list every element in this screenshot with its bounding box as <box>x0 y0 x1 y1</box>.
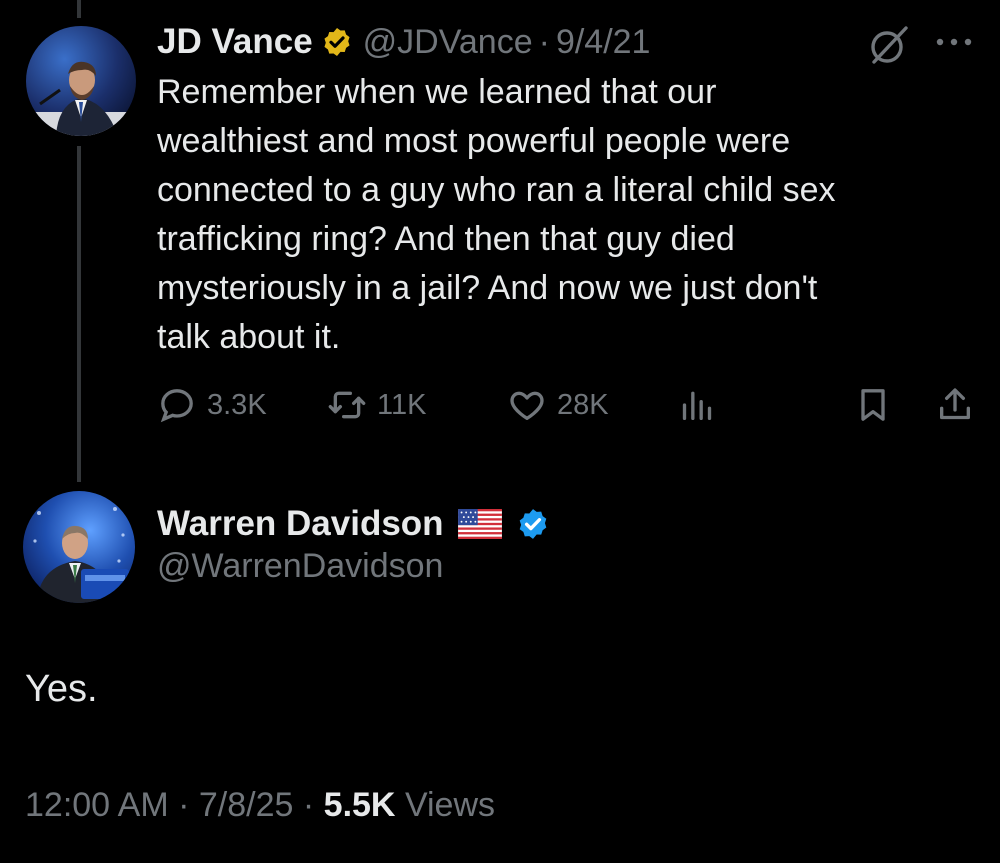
reply-header: Warren Davidson <box>157 500 550 548</box>
thread-line <box>77 146 81 482</box>
avatar[interactable] <box>23 491 135 603</box>
tweet-text: Remember when we learned that our wealth… <box>157 73 836 356</box>
heart-icon <box>510 391 544 420</box>
separator: · <box>302 786 315 824</box>
like-button[interactable]: 28K <box>507 380 609 430</box>
tweet-meta: 12:00 AM · 7/8/25 · 5.5K Views <box>25 786 495 825</box>
views-label: Views <box>404 786 496 824</box>
thread-line-top <box>77 0 81 18</box>
tweet-date[interactable]: 7/8/25 <box>199 786 294 824</box>
author-name[interactable]: JD Vance <box>157 22 313 62</box>
bookmark-icon <box>861 389 885 421</box>
tweet-header: JD Vance @JDVance · 9/4/21 <box>157 20 650 64</box>
grok-icon[interactable] <box>866 22 912 68</box>
author-name[interactable]: Warren Davidson <box>157 504 444 544</box>
tweet-date[interactable]: 9/4/21 <box>556 23 651 62</box>
reply-count: 3.3K <box>207 388 267 421</box>
bookmark-button[interactable] <box>853 380 893 430</box>
verified-badge-icon <box>519 509 546 539</box>
separator: · <box>538 22 550 61</box>
reply-button[interactable]: 3.3K <box>157 380 267 430</box>
repost-count: 11K <box>377 388 427 421</box>
author-handle[interactable]: @WarrenDavidson <box>157 547 443 586</box>
us-flag-icon <box>457 509 502 539</box>
separator: · <box>178 786 190 824</box>
repost-button[interactable]: 11K <box>327 380 426 430</box>
share-button[interactable] <box>935 380 975 430</box>
tweet-time[interactable]: 12:00 AM <box>25 786 169 824</box>
like-count: 28K <box>557 388 609 421</box>
avatar[interactable] <box>26 26 136 136</box>
reply-text: Yes. <box>25 668 98 710</box>
views-icon <box>682 391 712 420</box>
more-icon[interactable] <box>932 30 976 54</box>
share-icon <box>940 388 970 420</box>
author-handle[interactable]: @JDVance <box>363 23 533 62</box>
repost-icon <box>328 391 366 419</box>
tweet-actions: 3.3K 11K 28K <box>157 380 977 430</box>
views-count: 5.5K <box>323 786 396 824</box>
views-button[interactable] <box>677 380 717 430</box>
reply-icon <box>160 389 193 423</box>
verified-badge-icon <box>324 28 350 56</box>
